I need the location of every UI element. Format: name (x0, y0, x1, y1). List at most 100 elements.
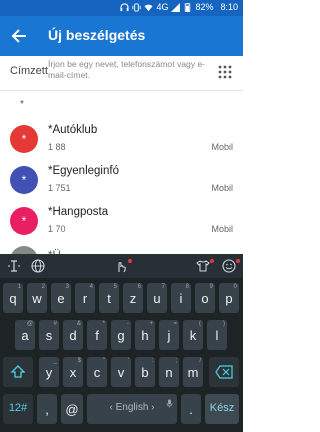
back-arrow-icon[interactable] (10, 26, 30, 46)
key-label: w (32, 291, 42, 306)
key-e[interactable]: 3e (51, 283, 71, 313)
key-hint: ; (175, 358, 177, 364)
key-l[interactable]: ) l (207, 320, 227, 350)
key-m[interactable]: / m (183, 357, 203, 387)
clock: 8:10 (220, 2, 238, 12)
key-hint: 1 (17, 284, 21, 290)
key-at[interactable]: @ (61, 394, 83, 424)
key-label: , (45, 402, 49, 417)
contact-type: Mobil (211, 224, 233, 234)
key-g[interactable]: -g (111, 320, 131, 350)
key-label: d (69, 328, 77, 343)
key-hint: ' (127, 358, 129, 364)
avatar: * (10, 166, 38, 194)
section-header: * (20, 99, 24, 110)
key-label: l (215, 328, 219, 343)
key-u[interactable]: 7u (147, 283, 167, 313)
key-label: ‹ English › (109, 402, 155, 413)
dialpad-icon[interactable] (218, 65, 232, 79)
key-p[interactable]: 0p (219, 283, 239, 313)
done-key[interactable]: Kész (205, 394, 239, 424)
key-a[interactable]: @ a (15, 320, 35, 350)
shift-key[interactable] (3, 357, 33, 387)
key-b[interactable]: :b (135, 357, 155, 387)
key-j[interactable]: = j (159, 320, 179, 350)
key-label: c (93, 365, 101, 380)
key-hint: / (199, 358, 201, 364)
key-hint: = (173, 321, 177, 327)
key-comma[interactable]: , (37, 394, 57, 424)
key-hint: $ (77, 358, 81, 364)
key-label: 12# (8, 402, 28, 414)
microphone-icon (166, 396, 173, 411)
key-z[interactable]: 6z (123, 283, 143, 313)
key-hint: 3 (65, 284, 69, 290)
key-o[interactable]: 9o (195, 283, 215, 313)
key-hint: : (151, 358, 153, 364)
emoji-icon[interactable] (221, 258, 237, 274)
space-key[interactable]: ‹ English › (87, 394, 177, 424)
key-hint: 7 (161, 284, 165, 290)
key-d[interactable]: & d (63, 320, 83, 350)
key-hint: 6 (137, 284, 141, 290)
key-c[interactable]: " c (87, 357, 107, 387)
key-label: y (45, 365, 53, 380)
key-label: h (141, 328, 149, 343)
notification-dot (210, 259, 214, 263)
globe-icon[interactable] (30, 258, 46, 274)
key-hint: " (102, 358, 105, 364)
key-label: s (45, 328, 53, 343)
key-label: b (141, 365, 149, 380)
contact-name: *Egyenleginfó (48, 165, 119, 177)
key-t[interactable]: 5t (99, 283, 119, 313)
app-bar: Új beszélgetés (0, 16, 243, 56)
key-h[interactable]: + h (135, 320, 155, 350)
key-r[interactable]: 4r (75, 283, 95, 313)
key-label: f (95, 328, 99, 343)
key-hint: & (76, 321, 81, 327)
battery-icon (183, 2, 192, 12)
contact-row[interactable]: * *Autóklub 1 88 Mobil (0, 121, 243, 161)
recipient-row: Címzett Írjon be egy nevet, telefonszámo… (0, 56, 243, 91)
page-title: Új beszélgetés (48, 27, 146, 43)
text-cursor-icon[interactable] (6, 258, 22, 274)
key-n[interactable]: ; n (159, 357, 179, 387)
key-f[interactable]: * f (87, 320, 107, 350)
vibrate-icon (132, 2, 141, 12)
key-y[interactable]: _ y (39, 357, 59, 387)
key-hint: 0 (233, 284, 237, 290)
key-v[interactable]: ' v (111, 357, 131, 387)
key-period[interactable]: . (181, 394, 201, 424)
key-label: p (225, 291, 233, 306)
key-label: z (129, 291, 137, 306)
key-label: q (9, 291, 17, 306)
key-k[interactable]: (k (183, 320, 203, 350)
key-hint: # (53, 321, 57, 327)
key-w[interactable]: 2w (27, 283, 47, 313)
key-label: u (153, 291, 161, 306)
contact-row[interactable]: * *Egyenleginfó 1 751 Mobil (0, 162, 243, 202)
key-hint: _ (53, 358, 57, 364)
key-label: m (187, 365, 199, 380)
key-label: t (107, 291, 111, 306)
key-label: a (21, 328, 29, 343)
theme-shirt-icon[interactable] (195, 258, 211, 274)
key-q[interactable]: 1q (3, 283, 23, 313)
backspace-key[interactable] (209, 357, 239, 387)
key-label: r (82, 291, 88, 306)
key-label: @ (65, 402, 79, 417)
gesture-icon[interactable] (113, 258, 129, 274)
key-s[interactable]: # s (39, 320, 59, 350)
key-i[interactable]: 8i (171, 283, 191, 313)
contact-row[interactable]: * *Hangposta 1 70 Mobil (0, 203, 243, 243)
key-hint: 8 (185, 284, 189, 290)
recipient-input[interactable]: Írjon be egy nevet, telefonszámot vagy e… (48, 59, 208, 81)
battery-percent: 82% (195, 2, 214, 12)
key-x[interactable]: $ x (63, 357, 83, 387)
backspace-icon (215, 365, 233, 382)
wifi-icon (144, 3, 153, 12)
contact-name: *Autóklub (48, 124, 98, 136)
signal-icon (171, 2, 181, 12)
key-label: n (165, 365, 173, 380)
numbers-key[interactable]: 12# (3, 394, 33, 424)
